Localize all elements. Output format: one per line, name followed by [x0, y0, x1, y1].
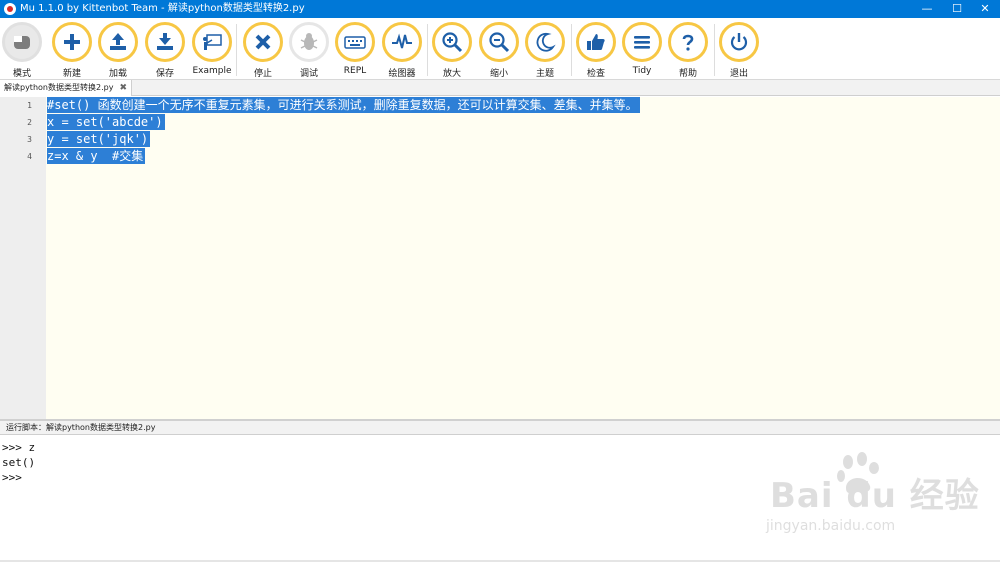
new-label: 新建: [62, 69, 81, 79]
zoom-out-button[interactable]: 缩小: [473, 22, 525, 80]
title-bar: Mu 1.1.0 by Kittenbot Team - 解读python数据类…: [0, 0, 1000, 18]
close-icon: [243, 22, 283, 62]
download-icon: [145, 22, 185, 62]
lines-icon: [622, 22, 662, 62]
quit-label: 退出: [729, 69, 748, 79]
code-line[interactable]: z=x & y #交集: [47, 148, 146, 164]
debug-label: 调试: [299, 69, 318, 79]
toolbar: 模式 新建 加载 保存 Example 停止 调试 REPL 绘图器 放大 缩小…: [0, 18, 1000, 80]
question-icon: [668, 22, 708, 62]
thumbs-up-icon: [576, 22, 616, 62]
repl-line: >>>: [2, 471, 29, 484]
zoom-out-icon: [479, 22, 519, 62]
baidu-watermark: Bai du 经验 jingyan.baidu.com: [764, 452, 994, 542]
quit-button[interactable]: 退出: [713, 22, 765, 80]
tab-file-label: 解读python数据类型转换2.py: [4, 83, 114, 92]
stop-button[interactable]: 停止: [237, 22, 289, 80]
code-line[interactable]: #set() 函数创建一个无序不重复元素集，可进行关系测试，删除重复数据，还可以…: [47, 97, 640, 113]
plus-icon: [52, 22, 92, 62]
zoom-out-label: 缩小: [489, 69, 508, 79]
window-title: Mu 1.1.0 by Kittenbot Team - 解读python数据类…: [20, 3, 305, 14]
zoom-in-label: 放大: [442, 69, 461, 79]
mu-app-icon: [4, 3, 16, 15]
load-button[interactable]: 加载: [92, 22, 144, 80]
line-number: 1: [27, 101, 32, 110]
plotter-label: 绘图器: [388, 69, 416, 79]
code-line[interactable]: y = set('jqk'): [47, 131, 151, 147]
plotter-button[interactable]: 绘图器: [376, 22, 428, 80]
mode-icon: [2, 22, 42, 62]
repl-header: 运行脚本：解读python数据类型转换2.py: [0, 421, 1000, 435]
presentation-icon: [192, 22, 232, 62]
pulse-icon: [382, 22, 422, 62]
moon-icon: [525, 22, 565, 62]
line-number: 3: [27, 135, 32, 144]
help-label: 帮助: [678, 69, 697, 79]
mode-label: 模式: [12, 69, 31, 79]
keyboard-icon: [335, 22, 375, 62]
repl-label: REPL: [343, 66, 367, 76]
theme-label: 主题: [535, 69, 554, 79]
power-icon: [719, 22, 759, 62]
debug-button[interactable]: 调试: [283, 22, 335, 80]
repl-line: >>> z: [2, 441, 36, 454]
theme-button[interactable]: 主题: [519, 22, 571, 80]
line-number: 4: [27, 152, 32, 161]
line-number-gutter: 1 2 3 4: [0, 97, 46, 419]
close-window-button[interactable]: ✕: [970, 0, 1000, 18]
watermark-url: jingyan.baidu.com: [766, 518, 896, 534]
watermark-brand: Bai du 经验: [770, 476, 980, 516]
new-button[interactable]: 新建: [46, 22, 98, 80]
tab-close-icon[interactable]: ✖: [119, 80, 127, 96]
bug-icon: [289, 22, 329, 62]
stop-label: 停止: [253, 69, 272, 79]
zoom-in-icon: [432, 22, 472, 62]
tab-bar: 解读python数据类型转换2.py ✖: [0, 80, 1000, 96]
tidy-button[interactable]: Tidy: [616, 22, 668, 80]
help-button[interactable]: 帮助: [662, 22, 714, 80]
check-label: 检查: [586, 69, 605, 79]
tab-file[interactable]: 解读python数据类型转换2.py ✖: [0, 80, 132, 96]
line-number: 2: [27, 118, 32, 127]
save-button[interactable]: 保存: [139, 22, 191, 80]
save-label: 保存: [155, 69, 174, 79]
load-label: 加载: [108, 69, 127, 79]
mode-button[interactable]: 模式: [0, 22, 48, 80]
repl-button[interactable]: REPL: [329, 22, 381, 80]
example-label: Example: [192, 66, 232, 76]
minimize-button[interactable]: —: [912, 0, 942, 18]
maximize-button[interactable]: ☐: [942, 0, 972, 18]
code-editor[interactable]: 1 2 3 4 #set() 函数创建一个无序不重复元素集，可进行关系测试，删除…: [0, 97, 1000, 419]
zoom-in-button[interactable]: 放大: [426, 22, 478, 80]
repl-title: 运行脚本：解读python数据类型转换2.py: [6, 423, 156, 432]
tidy-label: Tidy: [632, 66, 652, 76]
check-button[interactable]: 检查: [570, 22, 622, 80]
repl-line: set(): [2, 456, 36, 469]
code-line[interactable]: x = set('abcde'): [47, 114, 165, 130]
example-button[interactable]: Example: [186, 22, 238, 80]
upload-icon: [98, 22, 138, 62]
